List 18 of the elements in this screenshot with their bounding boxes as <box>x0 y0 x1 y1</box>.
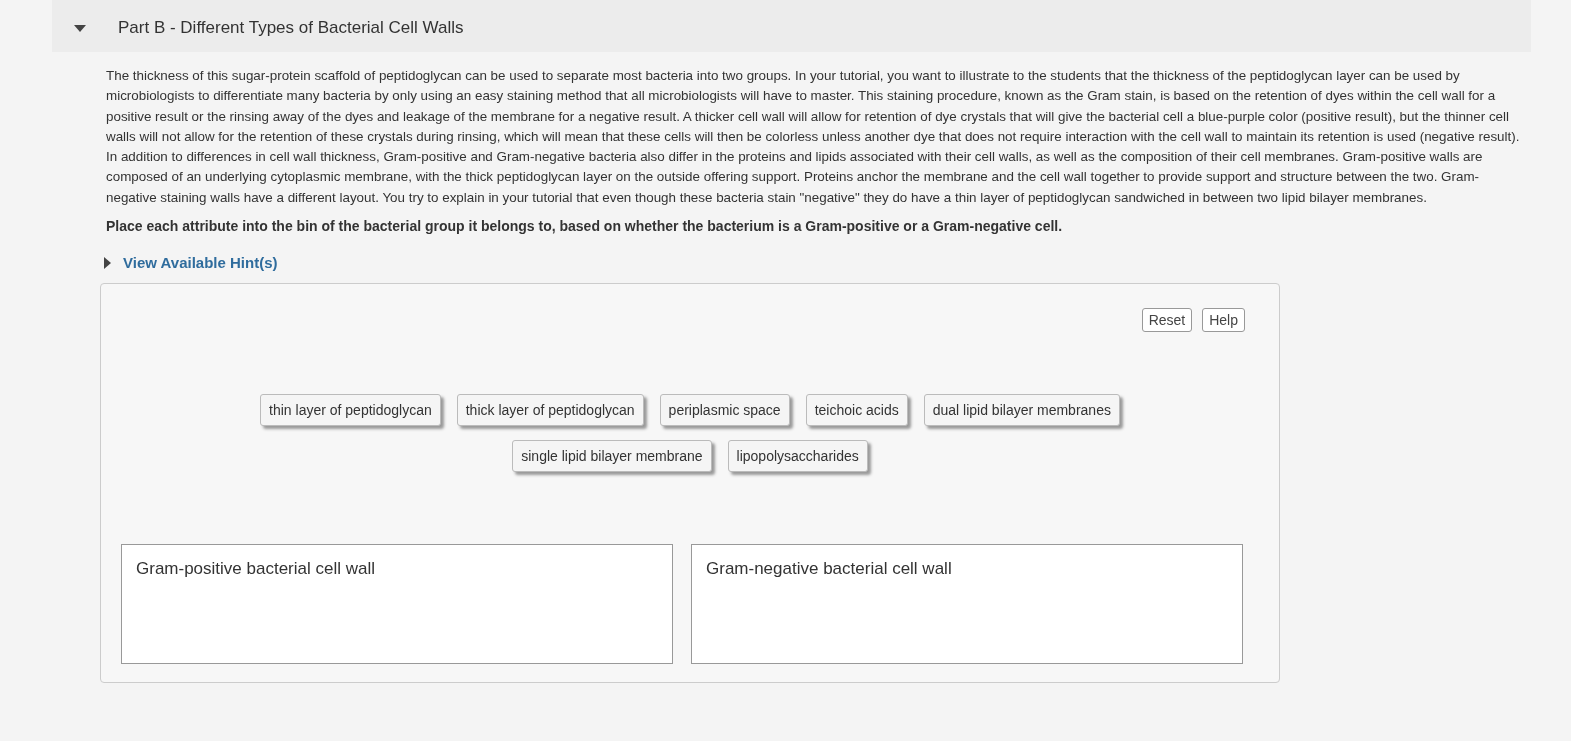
toolbar-button[interactable]: Reset <box>1141 308 1193 333</box>
draggable-label[interactable]: thick layer of peptidoglycan <box>456 394 644 427</box>
draggable-label[interactable]: dual lipid bilayer membranes <box>923 394 1120 427</box>
drop-bin[interactable]: Gram-negative bacterial cell wall <box>691 544 1243 665</box>
draggable-label[interactable]: periplasmic space <box>659 394 790 427</box>
bin-title: Gram-negative bacterial cell wall <box>706 559 952 579</box>
intro-paragraph: The thickness of this sugar-protein scaffold of peptidoglycan can be used to separate most bacteria into two groups. In your tutorial, you want to illustrate to the students that the thickness of the peptidoglycan layer can be used by microbiologists to differentiate many bacteria by only using an easy staining method that all microbiologists will have to master. This staining procedure, known as the Gram stain, is based on the retention of dyes within the cell wall for a positive result or the rinsing away of the dyes and leakage of the membrane for a negative result. A thicker cell wall will allow for retention of dye crystals that will give the bacterial cell a blue-purple color (positive result), but the thinner cell walls will not allow for the retention of these crystals during rinsing, which will mean that these cells will then be colorless unless another dye that does not require interaction with the cell wall to maintain its retention is used (negative result). In addition to differences in cell wall thickness, Gram-positive and Gram-negative bacteria also differ in the proteins and lipids associated with their cell walls, as well as the composition of their cell membranes. Gram-positive walls are composed of an underlying cytoplasmic membrane, with the thick peptidoglycan layer on the outside offering support. Proteins anchor the membrane and the cell wall together to provide support and structure between the two. Gram-negative staining walls have a different layout. You try to explain in your tutorial that even though these bacteria stain "negative" they do have a thin layer of peptidoglycan sandwiched in between two lipid bilayer membranes. <box>106 67 1521 207</box>
part-title: Part B - Different Types of Bacterial Cell Walls <box>118 18 464 38</box>
drop-bin[interactable]: Gram-positive bacterial cell wall <box>121 544 673 665</box>
toolbar-button[interactable]: Help <box>1202 308 1245 333</box>
instruction-text: Place each attribute into the bin of the bacterial group it belongs to, based on whether the bacterium is a Gram-positive or a Gram-negative cell. <box>106 218 1064 235</box>
draggable-label[interactable]: teichoic acids <box>805 394 908 427</box>
hints-link[interactable]: View Available Hint(s) <box>123 254 278 272</box>
draggable-label[interactable]: thin layer of peptidoglycan <box>260 394 441 427</box>
bin-title: Gram-positive bacterial cell wall <box>136 559 376 579</box>
draggable-label[interactable]: lipopolysaccharides <box>727 440 868 473</box>
part-header[interactable]: Part B - Different Types of Bacterial Cell Walls <box>52 0 1531 52</box>
draggable-label[interactable]: single lipid bilayer membrane <box>512 440 712 473</box>
